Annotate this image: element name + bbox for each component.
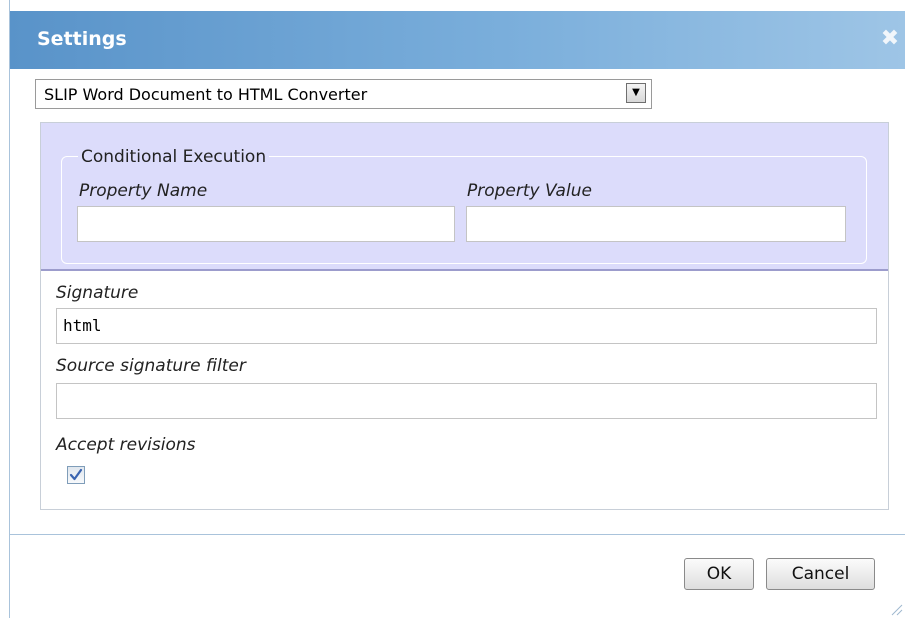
settings-panel: Conditional Execution Property Name Prop… (40, 122, 889, 510)
converter-select[interactable]: SLIP Word Document to HTML Converter ▼ (35, 79, 652, 109)
source-signature-filter-label: Source signature filter (56, 356, 246, 376)
ok-button[interactable]: OK (684, 558, 754, 590)
settings-dialog: Settings ✖ SLIP Word Document to HTML Co… (9, 0, 905, 618)
property-name-label: Property Name (79, 181, 208, 201)
signature-input[interactable]: html (56, 308, 877, 344)
footer-separator (10, 534, 905, 535)
accept-revisions-checkbox[interactable] (67, 466, 85, 484)
close-icon[interactable]: ✖ (878, 25, 902, 53)
chevron-down-icon[interactable]: ▼ (626, 83, 646, 103)
conditional-execution-legend: Conditional Execution (78, 147, 270, 167)
accept-revisions-label: Accept revisions (56, 435, 196, 455)
conditional-execution-section: Conditional Execution Property Name Prop… (41, 123, 888, 271)
converter-select-value: SLIP Word Document to HTML Converter (44, 85, 368, 104)
checkmark-icon (69, 468, 83, 481)
property-name-input[interactable] (77, 206, 455, 242)
property-value-label: Property Value (467, 181, 592, 201)
signature-label: Signature (56, 283, 139, 303)
dialog-title: Settings (37, 28, 127, 50)
resize-grip-icon[interactable] (889, 602, 903, 616)
property-value-input[interactable] (466, 206, 846, 242)
source-signature-filter-input[interactable] (56, 383, 877, 419)
dialog-titlebar[interactable]: Settings ✖ (10, 11, 905, 69)
cancel-button[interactable]: Cancel (766, 558, 875, 590)
